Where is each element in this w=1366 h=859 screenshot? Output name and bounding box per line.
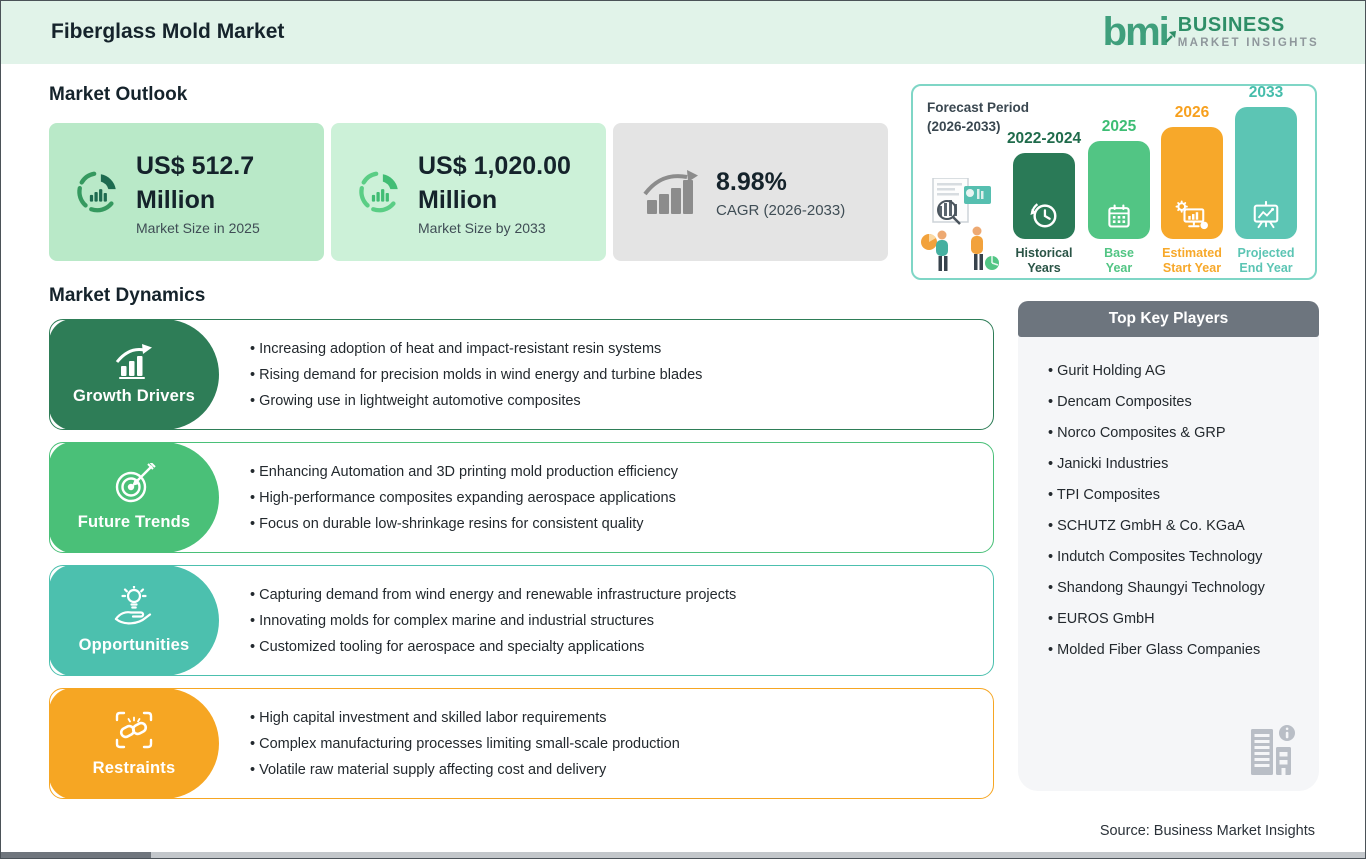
opportunities-label: Opportunities [78,636,190,654]
restraints-pill: Restraints [49,688,219,799]
bullet-item: Complex manufacturing processes limiting… [250,736,977,752]
market-size-2033-card: US$ 1,020.00 Million Market Size by 2033 [331,123,606,261]
market-outlook-heading: Market Outlook [49,84,188,105]
infographic-page: Fiberglass Mold Market bmi BUSINESS MARK… [0,0,1366,859]
forecast-bar [1161,127,1223,239]
bullet-item: Rising demand for precision molds in win… [250,367,977,383]
forecast-bar [1235,107,1297,239]
donut-chart-icon [77,171,116,213]
opportunities-pill: Opportunities [49,565,219,676]
bullet-item: Innovating molds for complex marine and … [250,613,977,629]
growth-drivers-pill: Growth Drivers [49,319,219,430]
growth-trend-icon [643,170,698,214]
player-item: Molded Fiber Glass Companies [1048,635,1305,666]
restraints-bullets: High capital investment and skilled labo… [250,689,977,798]
horizontal-scrollbar-thumb[interactable] [1,852,151,858]
market-size-2025-card: US$ 512.7 Million Market Size in 2025 [49,123,324,261]
market-size-2033-caption: Market Size by 2033 [418,219,546,236]
gear-monitor-icon [1175,200,1208,230]
bullet-item: High capital investment and skilled labo… [250,710,977,726]
market-size-2025-unit: Million [136,185,216,214]
bullet-item: High-performance composites expanding ae… [250,490,977,506]
forecast-bar [1013,153,1075,239]
bullet-item: Enhancing Automation and 3D printing mol… [250,464,977,480]
source-note: Source: Business Market Insights [1099,823,1315,839]
player-item: Gurit Holding AG [1048,356,1305,387]
player-item: Shandong Shaungyi Technology [1048,573,1305,604]
card-text: US$ 512.7 Million Market Size in 2025 [136,149,260,236]
forecast-bar-year: 2033 [1248,84,1284,101]
bullet-item: Volatile raw material supply affecting c… [250,762,977,778]
forecast-bar [1088,141,1150,239]
restraints-label: Restraints [92,759,176,777]
logo-line1: BUSINESS [1177,14,1285,36]
logo-arrow-icon [1164,8,1177,54]
forecast-bar-label: Historical Years [1015,246,1073,275]
forecast-period-panel: Forecast Period (2026-2033) 2022-2024 Hi… [911,84,1317,280]
future-trends-pill: Future Trends [49,442,219,553]
page-title: Fiberglass Mold Market [51,20,285,43]
future-trends-label: Future Trends [77,513,191,531]
restraints-row: Restraints High capital investment and s… [49,688,994,799]
player-item: Indutch Composites Technology [1048,542,1305,573]
forecast-bar-label: Projected End Year [1237,246,1295,275]
future-trends-row: Future Trends Enhancing Automation and 3… [49,442,994,553]
growth-drivers-label: Growth Drivers [73,387,195,405]
bmi-logo-mark: bmi [1103,9,1176,55]
analysts-illustration [921,178,999,271]
company-building-icon [1251,725,1295,775]
donut-chart-icon [359,171,398,213]
top-key-players-heading: Top Key Players [1018,301,1319,337]
calendar-icon [1108,204,1130,228]
bullet-item: Customized tooling for aerospace and spe… [250,639,977,655]
card-text: 8.98% CAGR (2026-2033) [716,165,845,219]
market-size-2025-caption: Market Size in 2025 [136,219,260,236]
top-key-players-list: Gurit Holding AG Dencam Composites Norco… [1018,337,1319,666]
forecast-bar-projected: 2033 Projected End Year [1235,84,1297,278]
opportunities-row: Opportunities Capturing demand from wind… [49,565,994,676]
market-size-2033-unit: Million [418,185,498,214]
bullet-item: Growing use in lightweight automotive co… [250,393,977,409]
cagr-caption: CAGR (2026-2033) [716,202,846,219]
player-item: SCHUTZ GmbH & Co. KGaA [1048,511,1305,542]
player-item: Janicki Industries [1048,449,1305,480]
bar-growth-icon [115,344,152,379]
bullet-item: Capturing demand from wind energy and re… [250,587,977,603]
chain-link-icon [115,711,153,749]
logo-wordmark: BUSINESS MARKET INSIGHTS [1178,14,1319,50]
logo-line2: MARKET INSIGHTS [1177,37,1319,49]
idea-hand-icon [114,586,152,625]
target-dart-icon [115,463,156,503]
player-item: EUROS GmbH [1048,604,1305,635]
header-bar: Fiberglass Mold Market bmi BUSINESS MARK… [1,1,1365,64]
bullet-item: Focus on durable low-shrinkage resins fo… [250,516,977,532]
player-item: TPI Composites [1048,480,1305,511]
player-item: Norco Composites & GRP [1048,418,1305,449]
bmi-logo: bmi BUSINESS MARKET INSIGHTS [1103,9,1319,55]
growth-drivers-row: Growth Drivers Increasing adoption of he… [49,319,994,430]
opportunities-bullets: Capturing demand from wind energy and re… [250,566,977,675]
player-item: Dencam Composites [1048,387,1305,418]
horizontal-scrollbar-track[interactable] [1,852,1365,858]
top-key-players-panel: Top Key Players Gurit Holding AG Dencam … [1018,301,1319,791]
card-text: US$ 1,020.00 Million Market Size by 2033 [418,149,571,236]
forecast-bar-estimated: 2026 Estimated Start Year [1161,86,1223,278]
cagr-card: 8.98% CAGR (2026-2033) [613,123,888,261]
market-dynamics-heading: Market Dynamics [49,285,206,306]
market-size-2025-value: US$ 512.7 [136,151,255,180]
forecast-bar-historical: 2022-2024 Historical Years [1007,86,1081,278]
future-trends-bullets: Enhancing Automation and 3D printing mol… [250,443,977,552]
history-clock-icon [1030,203,1057,228]
growth-drivers-bullets: Increasing adoption of heat and impact-r… [250,320,977,429]
market-size-2033-value: US$ 1,020.00 [418,151,571,180]
forecast-bar-year: 2026 [1174,104,1210,121]
cagr-value: 8.98% [716,168,787,196]
bullet-item: Increasing adoption of heat and impact-r… [250,341,977,357]
presentation-board-icon [1253,200,1279,229]
